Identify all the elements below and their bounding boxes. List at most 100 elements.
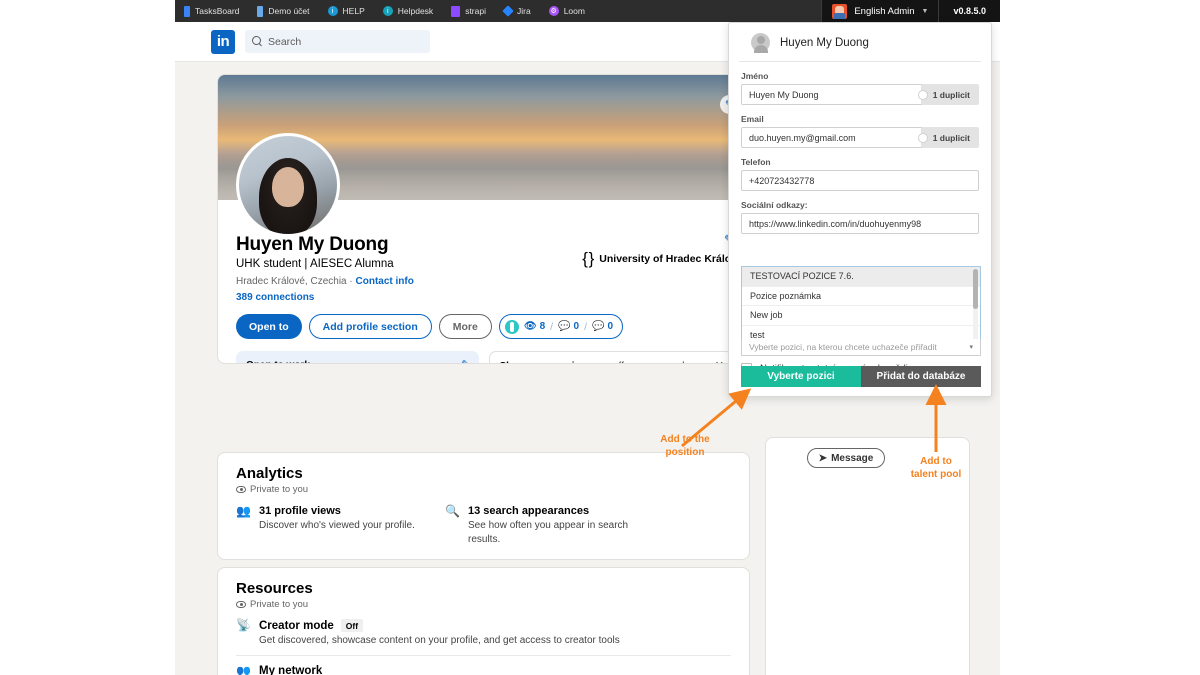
position-placeholder: Vyberte pozici, na kterou chcete uchazeč… <box>749 342 937 352</box>
bookmark-help[interactable]: i HELP <box>319 6 374 16</box>
panel-header: Huyen My Duong <box>739 23 981 62</box>
bookmark-jira[interactable]: Jira <box>495 5 540 17</box>
jira-icon <box>502 5 514 17</box>
bookmark-demo-ucet[interactable]: Demo účet <box>248 5 318 17</box>
search-appearances-title: 13 search appearances <box>468 505 590 517</box>
status-badge: Off <box>340 619 364 632</box>
edit-open-to-work-icon[interactable]: ✎ <box>461 358 470 363</box>
open-to-button[interactable]: Open to <box>236 314 302 339</box>
profile-stats-pill[interactable]: 👁 8 / 💬 0 / 💬 0 <box>498 314 623 339</box>
position-select-input[interactable]: Vyberte pozici, na kterou chcete uchazeč… <box>741 339 981 356</box>
add-to-database-button[interactable]: Přidat do databáze <box>861 366 981 387</box>
resources-card: Resources Private to you 📡 Creator mode … <box>217 567 750 675</box>
user-avatar-icon <box>751 33 770 53</box>
analytics-item-search-appearances[interactable]: 🔍 13 search appearances See how often yo… <box>445 505 630 546</box>
analytics-item-profile-views[interactable]: 👥 31 profile views Discover who's viewed… <box>236 505 421 546</box>
field-email: Email duo.huyen.my@gmail.com 1 duplicit <box>729 114 991 148</box>
showcase-title: Showcase services <box>500 361 592 363</box>
email-input[interactable]: duo.huyen.my@gmail.com <box>741 127 924 148</box>
open-to-work-card[interactable]: ✎ Open to work Back Office Employee, Off… <box>236 351 479 363</box>
creator-mode-desc: Get discovered, showcase content on your… <box>259 635 620 646</box>
profile-card: ✎ ✎ { } University of Hradec Králov Huye… <box>217 74 750 364</box>
circle-icon: i <box>382 6 393 16</box>
reaction-icon: 💬 <box>591 321 605 332</box>
bookmark-label: HELP <box>342 6 365 16</box>
dropdown-option[interactable]: Pozice poznámka <box>742 287 980 306</box>
annotation-add-to-position: Add to the position <box>630 434 740 459</box>
jmeno-input[interactable]: Huyen My Duong <box>741 84 924 105</box>
stats-badge-icon <box>504 319 519 334</box>
avatar[interactable] <box>236 133 340 237</box>
contact-info-link[interactable]: Contact info <box>356 276 414 287</box>
annotation-line-1: Add to <box>920 456 952 467</box>
eye-icon: 👁 <box>523 321 537 332</box>
broadcast-icon: 📡 <box>236 618 251 632</box>
close-icon[interactable]: ✕ <box>715 359 724 363</box>
views-count: 8 <box>539 321 546 332</box>
eye-icon <box>236 486 246 493</box>
showcase-services-card[interactable]: ✕ Showcase services you offer so you and… <box>488 351 733 363</box>
connections-count[interactable]: 389 connections <box>236 292 733 303</box>
analytics-card: Analytics Private to you 👥 31 profile vi… <box>217 452 750 560</box>
stat-separator-2: / <box>584 320 587 333</box>
gear-icon: ⚙ <box>548 6 559 16</box>
people-icon: 👥 <box>236 504 251 518</box>
resources-privacy: Private to you <box>218 597 749 610</box>
field-jmeno: Jméno Huyen My Duong 1 duplicit <box>729 71 991 105</box>
profile-university[interactable]: { } University of Hradec Králov <box>582 249 737 269</box>
social-links-input[interactable]: https://www.linkedin.com/in/duohuyenmy98 <box>741 213 979 234</box>
profile-views-desc: Discover who's viewed your profile. <box>259 520 415 531</box>
add-profile-section-button[interactable]: Add profile section <box>308 314 432 339</box>
profile-promo-row: ✎ Open to work Back Office Employee, Off… <box>218 339 749 363</box>
scrollbar-thumb[interactable] <box>973 269 978 309</box>
chevron-down-icon: ▾ <box>969 344 973 351</box>
dropdown-option[interactable]: TESTOVACÍ POZICE 7.6. <box>742 267 980 287</box>
annotation-line-1: Add to the <box>660 434 710 445</box>
linkedin-logo-icon[interactable]: in <box>211 29 235 54</box>
resources-item-creator-mode[interactable]: 📡 Creator mode Off Get discovered, showc… <box>218 610 749 647</box>
field-label: Email <box>741 114 764 124</box>
dropdown-option[interactable]: New job <box>742 306 980 326</box>
more-button[interactable]: More <box>438 314 492 339</box>
send-icon: ➤ <box>818 452 828 464</box>
bookmark-loom[interactable]: ⚙ Loom <box>540 6 594 16</box>
field-label: Sociální odkazy: <box>741 200 808 210</box>
comment-icon: 💬 <box>558 321 571 332</box>
bookmark-tasksboard[interactable]: TasksBoard <box>175 5 248 17</box>
message-button-label: Message <box>831 452 874 464</box>
bookmark-strapi[interactable]: strapi <box>442 5 495 17</box>
field-socialni-odkazy: Sociální odkazy: https://www.linkedin.co… <box>729 200 991 234</box>
message-button[interactable]: ➤ Message <box>807 448 885 468</box>
account-menu[interactable]: English Admin ▼ <box>821 0 940 22</box>
admin-candidate-panel: Huyen My Duong Jméno Huyen My Duong 1 du… <box>728 22 992 397</box>
telefon-input[interactable]: +420723432778 <box>741 170 979 191</box>
search-input[interactable]: Search <box>245 30 430 53</box>
my-network-title: My network <box>259 665 323 675</box>
bookmark-helpdesk[interactable]: i Helpdesk <box>374 6 442 16</box>
bar-icon <box>257 5 264 17</box>
resources-item-my-network[interactable]: 👥 My network See and manage your connect… <box>218 656 749 675</box>
select-position-button[interactable]: Vyberte pozici <box>741 366 861 387</box>
profile-views-title: 31 profile views <box>259 505 341 517</box>
account-name-label: English Admin <box>854 5 915 17</box>
field-label: Telefon <box>741 157 771 167</box>
stat-reactions: 💬 0 <box>592 321 613 332</box>
circle-icon: i <box>327 6 338 16</box>
version-container: v0.8.5.0 <box>939 0 1000 22</box>
version-label: v0.8.5.0 <box>953 0 1000 22</box>
screenshot-root: in Search 🏠 5 Home 👥 My Network 💼 Jobs <box>0 0 1200 675</box>
chevron-down-icon: ▼ <box>921 7 929 15</box>
comments-count: 0 <box>573 321 580 332</box>
resources-title: Resources <box>236 580 313 597</box>
profile-action-buttons: Open to Add profile section More 👁 8 / 💬… <box>236 314 733 339</box>
analytics-items: 👥 31 profile views Discover who's viewed… <box>218 495 749 546</box>
search-appearances-desc: See how often you appear in search resul… <box>468 520 629 545</box>
analytics-privacy: Private to you <box>218 482 749 495</box>
bookmark-label: strapi <box>465 6 486 16</box>
stat-separator-1: / <box>550 320 554 333</box>
creator-mode-title: Creator mode <box>259 619 334 632</box>
duplicate-badge[interactable]: 1 duplicit <box>920 127 979 148</box>
search-icon: 🔍 <box>445 504 460 518</box>
duplicate-badge[interactable]: 1 duplicit <box>920 84 979 105</box>
bookmark-label: Jira <box>516 6 531 16</box>
